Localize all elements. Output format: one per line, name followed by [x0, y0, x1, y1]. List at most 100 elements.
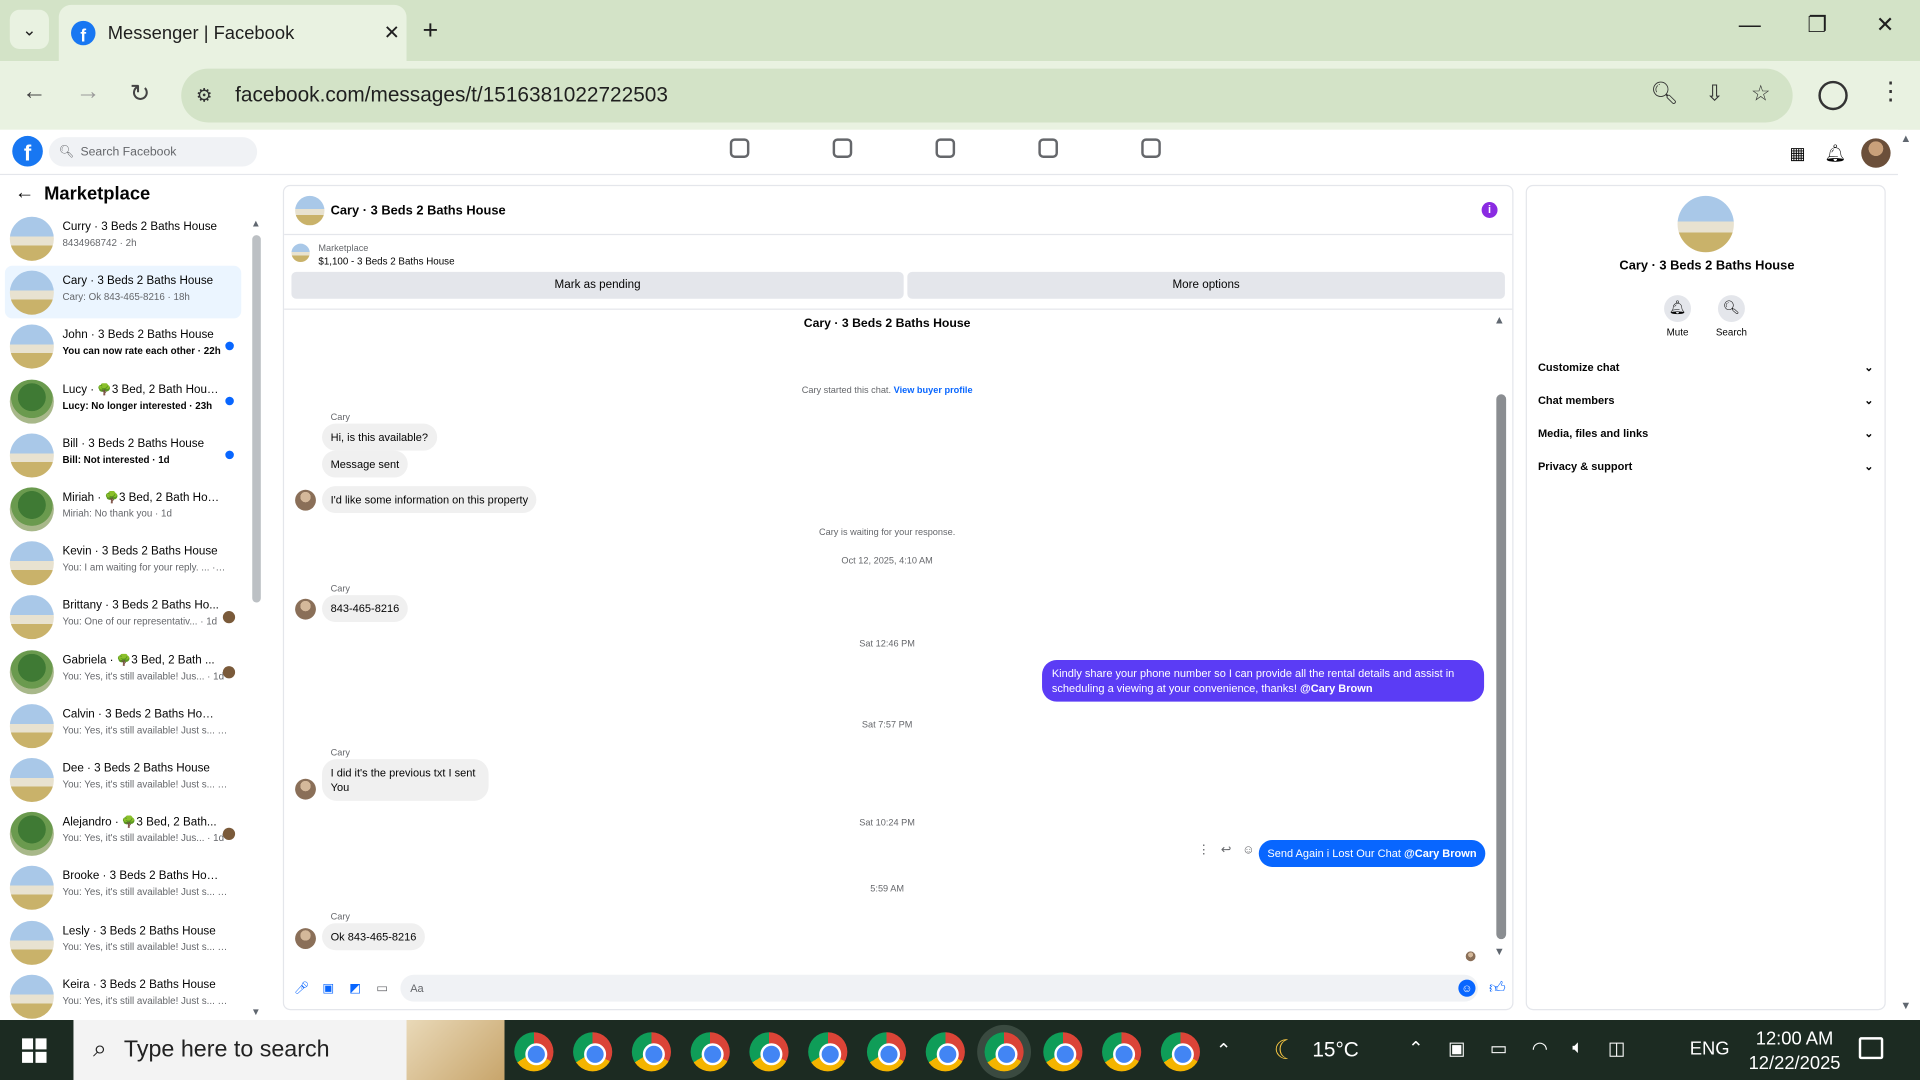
- facebook-search[interactable]: 🔍︎ Search Facebook: [48, 137, 258, 167]
- chat-title[interactable]: Cary · 3 Beds 2 Baths House: [331, 203, 506, 218]
- chrome-app-icon[interactable]: [573, 1032, 613, 1072]
- chevron-up-icon[interactable]: ⌃: [1408, 1037, 1423, 1059]
- conversation-item[interactable]: John · 3 Beds 2 Baths House You can now r…: [5, 320, 241, 373]
- gaming-icon[interactable]: [1141, 138, 1161, 158]
- account-avatar[interactable]: [1861, 138, 1891, 168]
- more-actions-icon[interactable]: ⋮: [1198, 844, 1210, 857]
- sender-avatar[interactable]: [295, 778, 316, 800]
- chrome-app-icon[interactable]: [749, 1032, 789, 1072]
- chrome-app-icon[interactable]: [1043, 1032, 1083, 1072]
- conversation-item[interactable]: Calvin · 3 Beds 2 Baths House You: Yes, i…: [5, 699, 241, 752]
- bookmark-star-icon[interactable]: ☆: [1751, 81, 1771, 107]
- page-scroll-down-icon[interactable]: ▼: [1900, 999, 1911, 1011]
- tab-search-chevron-icon[interactable]: ⌄: [9, 9, 49, 49]
- close-tab-icon[interactable]: ✕: [377, 21, 406, 45]
- back-icon[interactable]: ←: [22, 78, 46, 106]
- camera-icon[interactable]: ◫: [1608, 1037, 1625, 1059]
- conversation-item[interactable]: Curry · 3 Beds 2 Baths House 8434968742 ·…: [5, 212, 241, 265]
- mention[interactable]: @Cary Brown: [1404, 847, 1477, 859]
- wifi-icon[interactable]: ◠: [1532, 1037, 1548, 1059]
- conversation-item[interactable]: Gabriela · 🌳3 Bed, 2 Bath ... You: Yes, i…: [5, 645, 241, 698]
- menu-grid-icon[interactable]: ▦: [1788, 143, 1808, 163]
- sticker-icon[interactable]: ◩: [348, 982, 363, 997]
- conversation-item[interactable]: Brooke · 3 Beds 2 Baths House You: Yes, i…: [5, 861, 241, 914]
- new-tab-icon[interactable]: +: [422, 15, 438, 47]
- sender-avatar[interactable]: [295, 598, 316, 620]
- chrome-app-icon[interactable]: [866, 1032, 907, 1072]
- conversation-item[interactable]: Alejandro · 🌳3 Bed, 2 Bath... You: Yes, i…: [5, 807, 241, 860]
- photo-icon[interactable]: ▣: [321, 982, 336, 997]
- thumbs-up-icon[interactable]: 👍︎: [1489, 978, 1506, 998]
- marketplace-icon[interactable]: [1038, 138, 1058, 158]
- windows-start-icon[interactable]: [22, 1038, 47, 1063]
- url-text[interactable]: facebook.com/messages/t/1516381022722503: [235, 83, 668, 107]
- scroll-down-icon[interactable]: ▼: [1494, 945, 1505, 957]
- microphone-icon[interactable]: 🎤︎: [294, 982, 310, 997]
- conversation-item[interactable]: Lucy · 🌳3 Bed, 2 Bath Hous... Lucy: No lo…: [5, 374, 241, 427]
- emoji-icon[interactable]: ☺: [1458, 979, 1476, 997]
- scrollbar-thumb[interactable]: [252, 235, 261, 603]
- section-chat-members[interactable]: Chat members ⌄: [1538, 394, 1874, 406]
- minimize-icon[interactable]: —: [1739, 12, 1761, 38]
- back-arrow-icon[interactable]: ←: [15, 182, 35, 204]
- gif-icon[interactable]: ▭: [375, 982, 390, 997]
- reload-icon[interactable]: ↻: [130, 78, 151, 109]
- chat-scrollbar[interactable]: ▲ ▼: [1494, 309, 1507, 970]
- conversation-item[interactable]: Brittany · 3 Beds 2 Baths Ho... You: One …: [5, 591, 241, 644]
- react-icon[interactable]: ☺: [1242, 844, 1255, 857]
- search-action[interactable]: 🔍︎ Search: [1707, 295, 1756, 338]
- chrome-app-icon[interactable]: [690, 1032, 730, 1072]
- window-close-icon[interactable]: ✕: [1876, 12, 1894, 38]
- scroll-up-icon[interactable]: ▲: [1494, 313, 1505, 325]
- home-icon[interactable]: [729, 138, 750, 158]
- language-indicator[interactable]: ENG: [1690, 1038, 1730, 1059]
- restore-icon[interactable]: ❐: [1807, 12, 1827, 38]
- message-bubble[interactable]: Ok 843-465-8216: [322, 923, 425, 951]
- chrome-app-icon[interactable]: [631, 1032, 672, 1072]
- notification-center-icon[interactable]: [1858, 1037, 1884, 1060]
- scroll-down-icon[interactable]: ▼: [251, 1007, 261, 1018]
- scroll-up-icon[interactable]: ▲: [251, 218, 261, 229]
- chrome-app-icon[interactable]: [984, 1032, 1024, 1072]
- message-bubble[interactable]: I'd like some information on this proper…: [322, 486, 537, 514]
- browser-menu-icon[interactable]: ⋮: [1878, 76, 1902, 107]
- chrome-app-icon[interactable]: [808, 1032, 848, 1072]
- message-bubble[interactable]: Hi, is this available?: [322, 423, 437, 451]
- details-avatar[interactable]: [1677, 195, 1734, 253]
- conversation-item[interactable]: Dee · 3 Beds 2 Baths House You: Yes, it's…: [5, 753, 241, 806]
- conversation-item[interactable]: Cary · 3 Beds 2 Baths House Cary: Ok 843-…: [4, 265, 242, 319]
- conversation-item[interactable]: Bill · 3 Beds 2 Baths House Bill: Not int…: [5, 428, 241, 481]
- page-scroll-up-icon[interactable]: ▲: [1900, 132, 1911, 144]
- message-bubble[interactable]: I did it's the previous txt I sent You: [322, 759, 489, 801]
- mention[interactable]: @Cary Brown: [1300, 682, 1373, 694]
- site-info-icon[interactable]: ⚙: [196, 84, 220, 107]
- clock[interactable]: 12:00 AM 12/22/2025: [1749, 1027, 1841, 1076]
- chrome-app-icon[interactable]: [1102, 1032, 1142, 1072]
- facebook-logo-icon[interactable]: f: [12, 135, 43, 167]
- sender-avatar[interactable]: [295, 489, 316, 511]
- mute-action[interactable]: 🔔︎ Mute: [1653, 295, 1702, 338]
- display-icon[interactable]: ▣: [1448, 1037, 1465, 1059]
- section-privacy-support[interactable]: Privacy & support ⌄: [1538, 460, 1874, 472]
- info-icon[interactable]: i: [1481, 202, 1498, 218]
- mark-pending-button[interactable]: Mark as pending: [291, 271, 904, 299]
- more-options-button[interactable]: More options: [907, 271, 1505, 299]
- omnibox[interactable]: ⚙ facebook.com/messages/t/15163810227225…: [181, 68, 1793, 123]
- message-input[interactable]: Aa ☺: [400, 974, 1478, 1002]
- outgoing-message-bubble[interactable]: Kindly share your phone number so I can …: [1042, 660, 1485, 702]
- weather-widget[interactable]: ☾ 15°C: [1273, 1035, 1358, 1067]
- friends-icon[interactable]: [832, 138, 853, 158]
- conversation-item[interactable]: Miriah · 🌳3 Bed, 2 Bath Hous... Miriah: N…: [5, 482, 241, 535]
- zoom-icon[interactable]: 🔍︎: [1650, 81, 1678, 107]
- browser-tab[interactable]: f Messenger | Facebook ✕: [58, 4, 407, 62]
- conversation-item[interactable]: Kevin · 3 Beds 2 Baths House You: I am wa…: [5, 537, 241, 590]
- message-bubble[interactable]: 843-465-8216: [322, 595, 408, 623]
- view-buyer-profile-link[interactable]: View buyer profile: [894, 384, 973, 395]
- chrome-app-icon[interactable]: [514, 1032, 554, 1072]
- list-scrollbar[interactable]: ▲ ▼: [251, 218, 261, 1020]
- conversation-item[interactable]: Keira · 3 Beds 2 Baths House You: Yes, it…: [5, 970, 241, 1023]
- forward-icon[interactable]: →: [76, 78, 100, 106]
- chat-avatar[interactable]: [295, 195, 325, 226]
- outgoing-message-bubble[interactable]: Send Again i Lost Our Chat @Cary Brown: [1258, 840, 1486, 867]
- video-icon[interactable]: [935, 138, 956, 158]
